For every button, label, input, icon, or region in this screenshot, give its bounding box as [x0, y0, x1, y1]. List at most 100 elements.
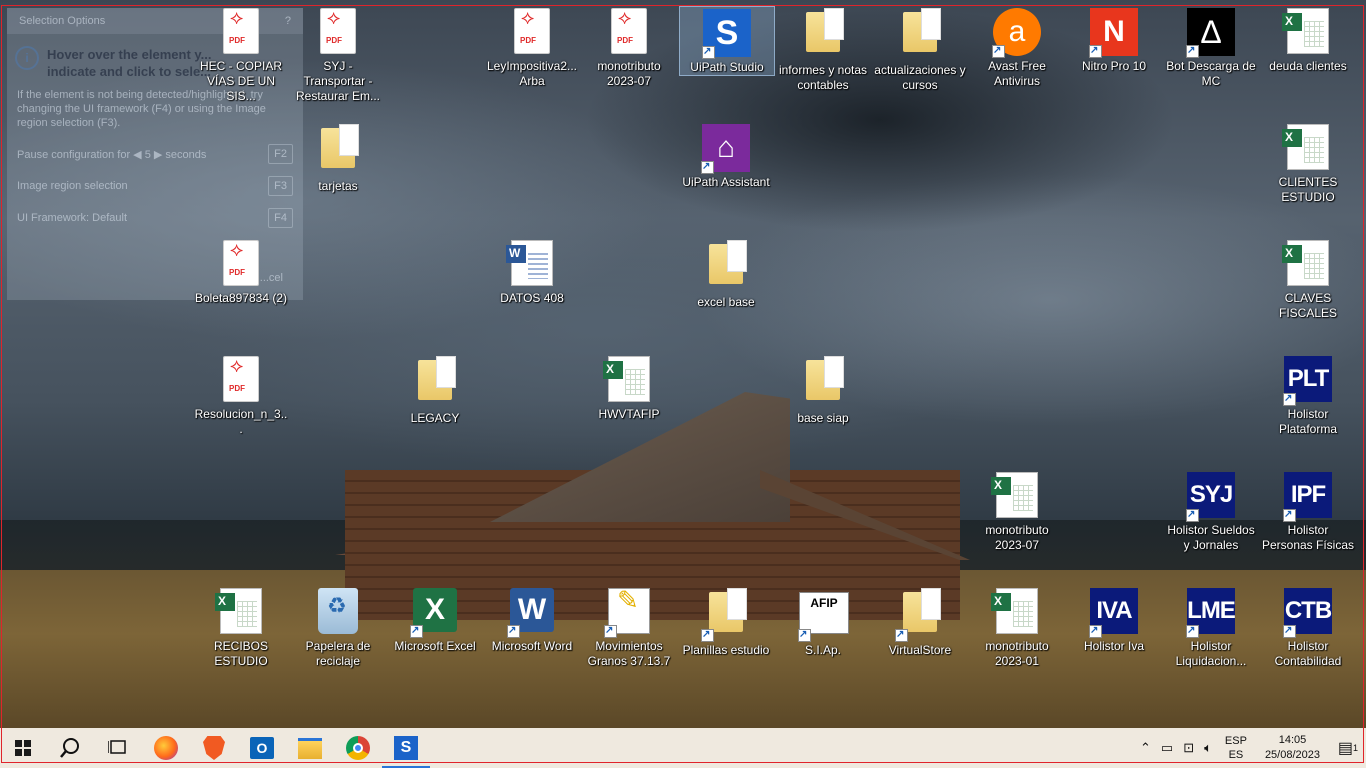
folder-icon — [418, 356, 456, 400]
desktop-icon-holistor-plataforma[interactable]: PLTHolistor Plataforma — [1261, 354, 1355, 437]
desktop-icon-label: UiPath Assistant — [682, 175, 770, 189]
pdf-icon: PDF — [223, 356, 259, 402]
shortcut-arrow-icon — [1186, 43, 1199, 58]
brave-button[interactable] — [190, 728, 238, 768]
file-explorer-button[interactable] — [286, 728, 334, 768]
desktop-icon-hec-copiar-vías-de-un-sis[interactable]: PDF HEC - COPIAR VÍAS DE UN SIS... — [194, 6, 288, 104]
notification-center-button[interactable]: ▤ 1 — [1330, 728, 1366, 768]
desktop-icon-leyimpositiva2-arba[interactable]: PDF LeyImpositiva2... Arba — [485, 6, 579, 89]
desktop-icon-holistor-contabilidad[interactable]: CTBHolistor Contabilidad — [1261, 586, 1355, 669]
desktop-icon-movimientos-granos-37-13-7[interactable]: Movimientos Granos 37.13.7 — [582, 586, 676, 669]
desktop-icon-label: Holistor Iva — [1083, 639, 1145, 653]
desktop-icon-excel-base[interactable]: excel base — [679, 238, 773, 310]
desktop-icon-label: Holistor Plataforma — [1278, 407, 1338, 436]
ui-framework-row[interactable]: UI Framework: Default F4 — [7, 202, 303, 234]
battery-icon[interactable]: ▭ — [1156, 740, 1178, 756]
selection-hover-text: Hover over the element y... indicate and… — [47, 47, 212, 79]
desktop-icon-label: Holistor Personas Físicas — [1261, 523, 1355, 552]
volume-icon[interactable]: 🔈︎ — [1199, 740, 1217, 756]
shortcut-arrow-icon — [410, 623, 423, 638]
excel-file-icon: X — [1282, 8, 1329, 54]
start-button[interactable] — [0, 728, 46, 768]
search-icon — [60, 738, 79, 758]
desktop-icon-virtualstore[interactable]: VirtualStore — [873, 586, 967, 658]
desktop-icon-label: monotributo 2023-01 — [985, 639, 1049, 668]
folder-icon — [709, 240, 747, 284]
desktop-icon-label: Holistor Liquidacion... — [1175, 639, 1247, 668]
chrome-button[interactable] — [334, 728, 382, 768]
desktop-icon-nitro-pro-10[interactable]: NNitro Pro 10 — [1067, 6, 1161, 74]
desktop-icon-label: excel base — [697, 295, 755, 309]
excel-file-icon: X — [991, 588, 1038, 634]
desktop-icon-label: CLIENTES ESTUDIO — [1278, 175, 1338, 204]
desktop-icon-actualizaciones-y-cursos[interactable]: actualizaciones y cursos — [873, 6, 967, 93]
uipath-taskbar-button[interactable]: S — [382, 728, 430, 768]
chevron-up-icon[interactable]: ⌃ — [1135, 740, 1156, 756]
desktop-icon-papelera-de-reciclaje[interactable]: Papelera de reciclaje — [291, 586, 385, 669]
clock[interactable]: 14:05 25/08/2023 — [1255, 733, 1330, 763]
shortcut-arrow-icon — [1283, 391, 1296, 406]
desktop-icon-label: Bot Descarga de MC — [1166, 59, 1256, 88]
desktop-icon-label: deuda clientes — [1269, 59, 1347, 73]
desktop-icon-tarjetas[interactable]: tarjetas — [291, 122, 385, 194]
pause-configuration-row[interactable]: Pause configuration for ◀ 5 ▶ seconds F2 — [7, 138, 303, 170]
desktop-icon-planillas-estudio[interactable]: Planillas estudio — [679, 586, 773, 658]
desktop-icon-s-i-ap[interactable]: AFIPS.I.Ap. — [776, 586, 870, 658]
desktop-icon-label: Movimientos Granos 37.13.7 — [587, 639, 671, 668]
desktop-icon-holistor-sueldos-y-jornales[interactable]: SYJHolistor Sueldos y Jornales — [1164, 470, 1258, 553]
desktop-icon-informes-y-notas-contables[interactable]: informes y notas contables — [776, 6, 870, 93]
excel-file-icon: X — [1282, 240, 1329, 286]
desktop-icon-label: Avast Free Antivirus — [988, 59, 1046, 88]
folder-icon — [903, 8, 941, 52]
desktop-icon-uipath-assistant[interactable]: ⌂UiPath Assistant — [679, 122, 773, 190]
desktop-icon-label: Boleta897834 (2) — [194, 291, 288, 305]
desktop-icon-label: monotributo 2023-07 — [985, 523, 1049, 552]
clock-time: 14:05 — [1278, 734, 1307, 746]
folder-icon — [806, 8, 844, 52]
desktop-icon-holistor-liquidacion[interactable]: LMEHolistor Liquidacion... — [1164, 586, 1258, 669]
desktop-icon-label: Microsoft Excel — [394, 639, 476, 653]
desktop-icon-clientes-estudio[interactable]: X CLIENTES ESTUDIO — [1261, 122, 1355, 205]
folder-icon — [903, 588, 941, 632]
desktop-icon-datos-408[interactable]: W DATOS 408 — [485, 238, 579, 306]
image-region-selection-row[interactable]: Image region selection F3 — [7, 170, 303, 202]
firefox-button[interactable] — [142, 728, 190, 768]
shortcut-arrow-icon — [702, 44, 715, 59]
desktop-icon-label: Microsoft Word — [491, 639, 573, 653]
task-view-button[interactable] — [94, 728, 142, 768]
desktop-icon-monotributo-2023-07[interactable]: PDF monotributo 2023-07 — [582, 6, 676, 89]
excel-file-icon: X — [215, 588, 262, 634]
task-view-icon — [108, 740, 126, 754]
desktop-icon-resolucion-n-3[interactable]: PDF Resolucion_n_3... — [194, 354, 288, 437]
desktop-icon-base-siap[interactable]: base siap — [776, 354, 870, 426]
desktop-icon-monotributo-2023-01[interactable]: Xmonotributo 2023-01 — [970, 586, 1064, 669]
network-icon[interactable]: ⊡ — [1178, 740, 1199, 756]
search-button[interactable] — [46, 728, 94, 768]
desktop-icon-bot-descarga-de-mc[interactable]: ΔBot Descarga de MC — [1164, 6, 1258, 89]
shortcut-arrow-icon — [895, 627, 908, 642]
desktop-icon-avast-free-antivirus[interactable]: aAvast Free Antivirus — [970, 6, 1064, 89]
desktop-icon-holistor-iva[interactable]: IVAHolistor Iva — [1067, 586, 1161, 654]
desktop-icon-microsoft-word[interactable]: WMicrosoft Word — [485, 586, 579, 654]
desktop-icon-claves-fiscales[interactable]: X CLAVES FISCALES — [1261, 238, 1355, 321]
desktop-icon-legacy[interactable]: LEGACY — [388, 354, 482, 426]
desktop-icon-uipath-studio[interactable]: SUiPath Studio — [679, 6, 775, 76]
desktop-icon-label: Holistor Contabilidad — [1274, 639, 1342, 668]
desktop-icon-monotributo-2023-07[interactable]: Xmonotributo 2023-07 — [970, 470, 1064, 553]
outlook-button[interactable]: O — [238, 728, 286, 768]
desktop-icon-deuda-clientes[interactable]: Xdeuda clientes — [1261, 6, 1355, 74]
desktop-icon-boleta897834-2[interactable]: PDF Boleta897834 (2) — [194, 238, 288, 306]
language-indicator[interactable]: ESP ES — [1217, 734, 1255, 762]
desktop-icon-label: LeyImpositiva2... Arba — [486, 59, 578, 88]
desktop-icon-recibos-estudio[interactable]: X RECIBOS ESTUDIO — [194, 586, 288, 669]
shortcut-arrow-icon — [701, 627, 714, 642]
desktop-icon-microsoft-excel[interactable]: XMicrosoft Excel — [388, 586, 482, 654]
desktop-icon-holistor-personas-físicas[interactable]: IPFHolistor Personas Físicas — [1261, 470, 1355, 553]
taskbar: O S ⌃ ▭ ⊡ 🔈︎ ESP ES 14:05 25/08/2023 ▤ 1 — [0, 728, 1366, 768]
shortcut-arrow-icon — [1089, 623, 1102, 638]
desktop-icon-label: UiPath Studio — [690, 60, 764, 74]
desktop-icon-label: tarjetas — [318, 179, 358, 193]
desktop-icon-hwvtafip[interactable]: X HWVTAFIP — [582, 354, 676, 422]
desktop-icon-syj-transportar-restaurar-em[interactable]: PDF SYJ - Transportar - Restaurar Em... — [291, 6, 385, 104]
uipath-icon: S — [394, 736, 418, 760]
